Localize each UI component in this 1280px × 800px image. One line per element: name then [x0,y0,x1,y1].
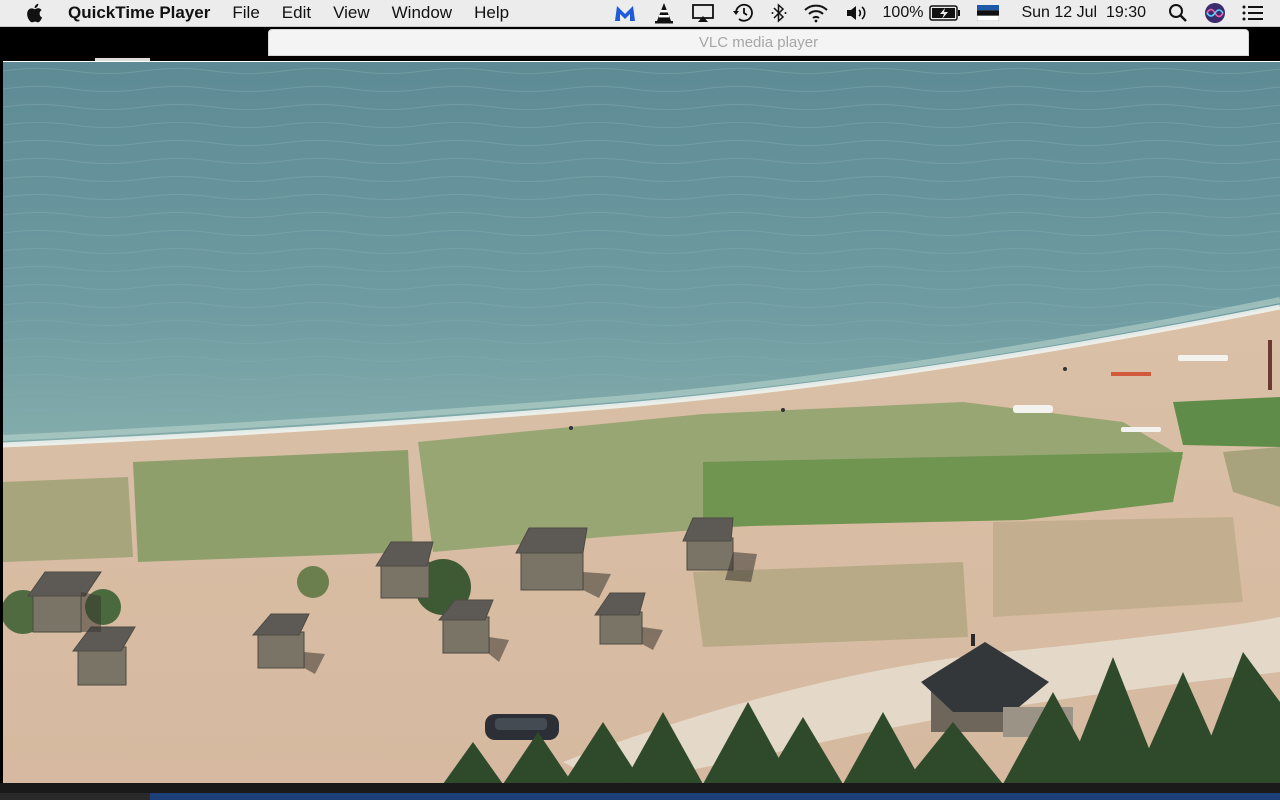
apple-menu[interactable] [0,3,68,23]
menu-bar: QuickTime Player File Edit View Window H… [0,0,1280,27]
volume-icon[interactable] [845,0,869,27]
battery-icon[interactable] [929,0,961,27]
app-name-menu[interactable]: QuickTime Player [68,3,210,23]
beach-aerial-scene [3,62,1280,783]
file-menu[interactable]: File [232,3,259,23]
time-machine-icon[interactable] [731,0,755,27]
battery-percent: 100% [882,4,924,21]
overlay-status-bar [150,793,1280,800]
flag-icon[interactable] [977,0,1000,27]
control-center-icon[interactable] [1242,0,1264,27]
clock[interactable]: Sun 12 Jul 19:30 [1021,4,1146,22]
search-icon[interactable] [1168,0,1188,27]
help-menu[interactable]: Help [474,3,509,23]
vlc-cone-icon[interactable] [653,0,675,27]
video-frame[interactable] [3,61,1280,783]
siri-icon[interactable] [1204,0,1226,27]
vlc-controls-strip [0,783,1280,793]
apple-icon [27,3,43,23]
wifi-icon[interactable] [803,0,829,27]
airplay-icon[interactable] [691,0,715,27]
bluetooth-icon[interactable] [771,0,787,27]
edit-menu[interactable]: Edit [282,3,311,23]
malwarebytes-icon[interactable] [613,0,637,27]
window-menu[interactable]: Window [392,3,452,23]
bottom-left-dock-edge [0,793,150,800]
vlc-window-titlebar[interactable]: VLC media player [268,29,1249,56]
window-title: VLC media player [698,34,819,51]
view-menu[interactable]: View [333,3,370,23]
